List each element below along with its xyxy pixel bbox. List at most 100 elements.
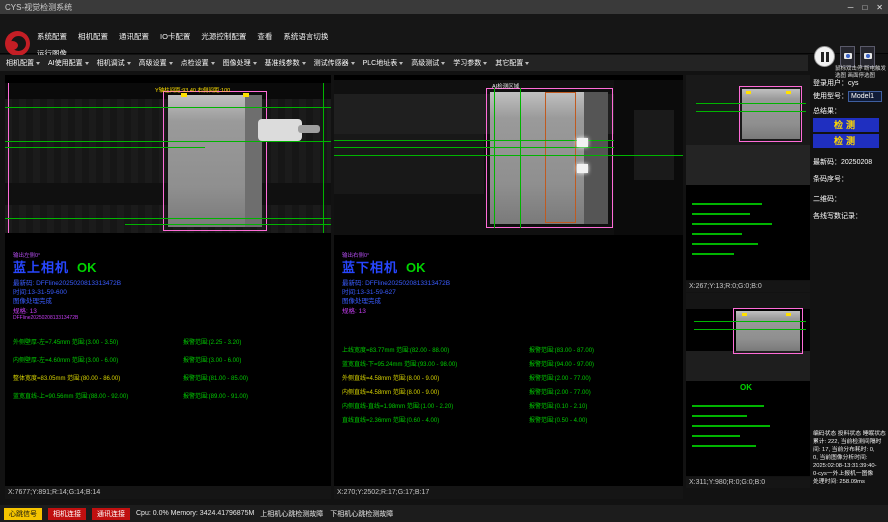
pause-button[interactable] [814,46,835,67]
alarm-range: 报警范围:(83.00 - 87.00) [529,345,594,354]
statistics-text: 编码状态 投料状态 睡眠状态 累计: 222, 当前检测间隔时 间: 17, 当… [813,430,888,486]
alarm-range: 报警范围:(2.00 - 77.00) [529,387,591,396]
measure-line-green [334,147,614,148]
camera-2-button[interactable] [860,46,875,67]
stats-line: 编码状态 投料状态 睡眠状态 [813,430,888,438]
tab-camera-debug[interactable]: 相机调试 [97,58,131,68]
mini-image-bottom[interactable]: OK [686,293,810,476]
tab-image-processing[interactable]: 图像处理 [223,58,257,68]
app-logo-icon [5,31,30,56]
model-select[interactable]: Model1 [848,91,882,102]
tab-test-sensor[interactable]: 测试传感器 [314,58,355,68]
menu-language-switch[interactable]: 系统语言切换 [283,31,328,42]
measure-line-green [125,224,331,225]
menu-area: 系统配置 相机配置 通讯配置 IO卡配置 光源控制配置 查看 系统语言切换 运行… [0,14,888,54]
background-band [686,145,810,185]
camera-image-right[interactable]: AI检测区域 [334,80,683,235]
status-line: 图像处理完成 [342,295,381,305]
marker-yellow [243,93,249,97]
camera-title-right: 蓝下相机 [342,260,398,275]
alarm-range: 报警范围:(0.50 - 4.00) [529,415,587,424]
measurement-row: 直线直线=2.36mm 范围:(0.60 - 4.00) [342,415,439,424]
tab-baseline-params[interactable]: 基准线参数 [265,58,306,68]
latest-code-label: 最新码： [813,159,841,166]
measurement-row: 内侧直线-直线=1.98mm 范围:(1.00 - 2.20) [342,401,453,410]
measurement-row: 外侧壁厚-左=7.45mm 范围:(3.00 - 3.50) [13,337,118,346]
highlight-spot [577,138,588,147]
tab-camera-config[interactable]: 相机配置 [6,58,40,68]
alarm-range: 报警范围:(2.25 - 3.20) [183,337,241,346]
measure-line-green [334,155,683,156]
menu-light-config[interactable]: 光源控制配置 [201,31,246,42]
alarm-range: 报警范围:(2.00 - 77.00) [529,373,591,382]
measurement-row: 内侧直线=4.58mm 范围:(8.00 - 9.00) [342,387,439,396]
statusbar: 心跳信号 相机连接 通讯连接 Cpu: 0.0% Memory: 3424.41… [0,505,888,522]
camera-fault-text: 上相机心跳检测故障 下相机心跳检测故障 [260,509,393,519]
latest-code-value: 20250208 [841,159,872,166]
measurement-overlay-label: Y轴柱间距:93.40 右侧间距:100 [155,86,230,94]
camera-image-left[interactable]: Y轴柱间距:93.40 右侧间距:100 [5,83,331,233]
camera-view-right: AI检测区域 输出右侧0° 蓝下相机OK 最新码: DFFline2025020… [334,75,683,486]
stats-line: 0, 当前图像分析时间: [813,454,888,462]
mini-text-line [692,415,747,417]
stats-line: 处理时间: 258.09ms [813,478,888,486]
record-label: 各线写数记录： [813,211,888,221]
camera-1-button[interactable] [840,46,855,67]
menu-system-config[interactable]: 系统配置 [37,31,67,42]
login-label: 登录用户： [813,80,848,87]
menu-view[interactable]: 查看 [257,31,272,42]
menu-comm-config[interactable]: 通讯配置 [119,31,149,42]
measure-line-green [5,218,331,219]
pixel-coords-left: X:7677;Y:891;R:14;G:14;B:14 [5,486,331,499]
menu-io-config[interactable]: IO卡配置 [160,31,190,42]
background-band [334,134,484,194]
marker-yellow [746,91,751,94]
maximize-button[interactable]: □ [862,3,867,12]
close-button[interactable]: ✕ [876,3,883,12]
measure-line-green [694,329,806,330]
ai-region-label: AI检测区域 [492,82,519,90]
measurement-row: 蓝宽直线-下=95.24mm 范围:(93.00 - 98.00) [342,359,457,368]
measurement-row: 外侧直线=4.58mm 范围:(8.00 - 9.00) [342,373,439,382]
menu-camera-config[interactable]: 相机配置 [78,31,108,42]
measurement-row: 上线宽度=83.77mm 范围:(82.00 - 88.00) [342,345,449,354]
mini-text-line [692,405,764,407]
camera-connection-badge: 相机连接 [48,508,86,520]
stats-line: 间: 17, 当前分布耗时: 0, [813,446,888,454]
camera-title-left: 蓝上相机 [13,260,69,275]
marker-yellow [786,91,791,94]
qr-label: 二维码： [813,194,888,204]
measurement-row: 蓝宽直线-上=90.56mm 范围:(88.00 - 92.00) [13,391,128,400]
mini-text-line [692,203,762,205]
latest-code-row: 最新码：20250208 [813,157,888,167]
tab-learning-params[interactable]: 学习参数 [453,58,487,68]
tab-other-config[interactable]: 其它配置 [495,58,529,68]
mini-text-line [692,243,758,245]
camera-result-title: 蓝下相机OK [342,257,426,277]
tab-ai-config[interactable]: AI使用配置 [48,58,89,68]
measurement-row: 整体宽度=83.05mm 范围:(80.00 - 86.00) [13,373,120,382]
background-band [686,293,810,309]
app-window: CYS-视觉检测系统 ─ □ ✕ 系统配置 相机配置 通讯配置 IO卡配置 光源… [0,0,888,522]
mini-image-top[interactable] [686,75,810,280]
measure-line-green [5,141,331,142]
cpu-memory-text: Cpu: 0.0% Memory: 3424.41796875M [136,510,254,517]
tab-advanced-settings[interactable]: 高级设置 [139,58,173,68]
measure-line-green [520,88,521,228]
tab-plc-address[interactable]: PLC地址表 [363,58,404,68]
mini-text-line [692,435,740,437]
spec-line: 规格: 13 [13,305,37,315]
background-band [634,110,674,180]
mini-ok-label: OK [740,383,752,392]
result-ok-label: OK [77,260,97,275]
measure-line-green [323,83,324,233]
camera-view-left: Y轴柱间距:93.40 右侧间距:100 输出左侧0° 蓝上相机OK 最新码: … [5,75,331,486]
background-band [686,351,810,381]
model-label: 使用型号： [813,93,848,100]
tab-advanced-test[interactable]: 高级测试 [411,58,445,68]
marker-yellow [786,313,791,316]
measure-line-green [494,88,495,228]
tab-spot-check[interactable]: 点检设置 [181,58,215,68]
stats-line: 0-cys一外上报机一图像 [813,470,888,478]
minimize-button[interactable]: ─ [848,3,854,12]
